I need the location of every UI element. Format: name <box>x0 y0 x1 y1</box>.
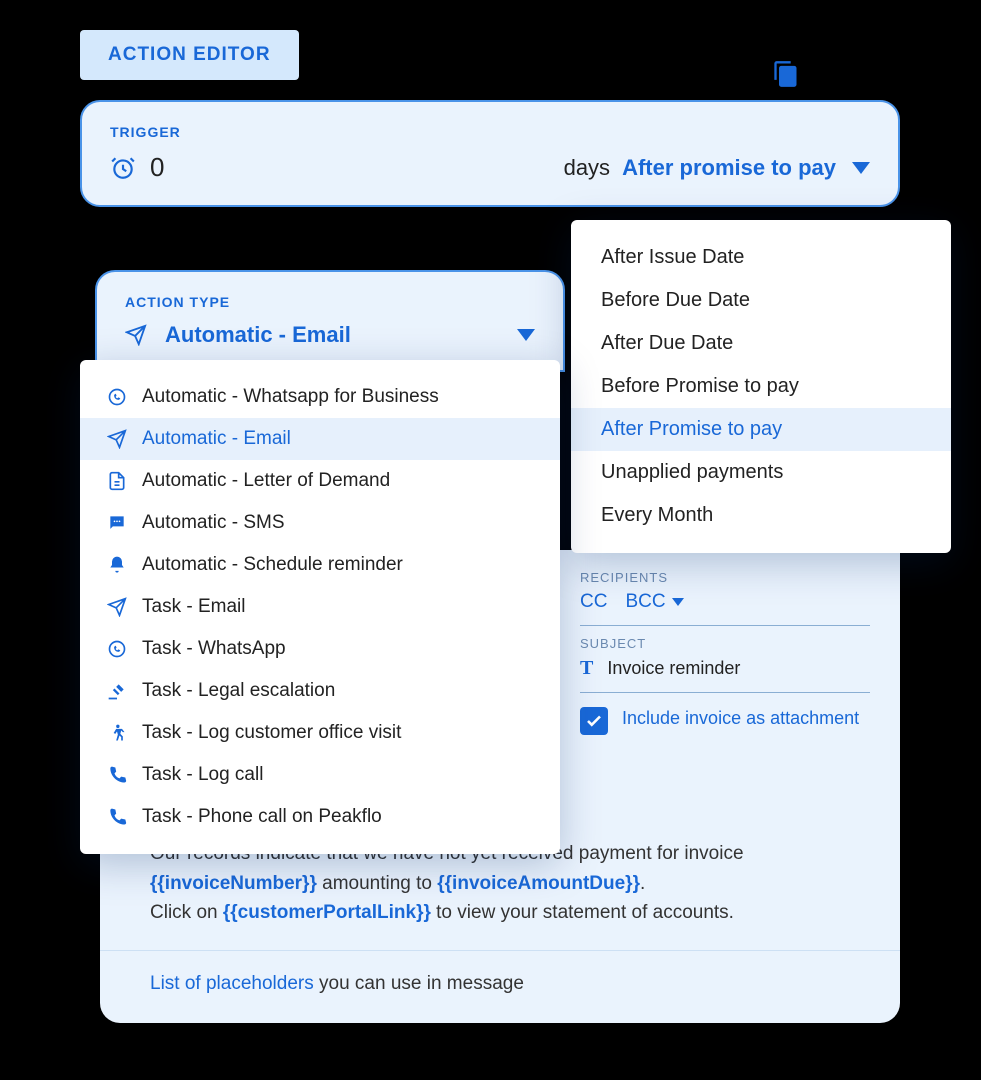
action-type-option[interactable]: Task - Legal escalation <box>80 670 560 712</box>
cc-button[interactable]: CC <box>580 591 607 613</box>
option-label: Automatic - Letter of Demand <box>142 470 390 492</box>
days-label: days <box>564 155 610 181</box>
option-label: Automatic - Whatsapp for Business <box>142 386 439 408</box>
trigger-option[interactable]: After Promise to pay <box>571 408 951 451</box>
trigger-option[interactable]: After Issue Date <box>571 236 951 279</box>
placeholder: {{invoiceAmountDue}} <box>437 873 640 894</box>
text-icon: T <box>580 657 593 680</box>
walk-icon <box>106 723 128 743</box>
trigger-option[interactable]: Unapplied payments <box>571 451 951 494</box>
bcc-button[interactable]: BCC <box>625 591 683 613</box>
option-label: Automatic - Email <box>142 428 291 450</box>
action-type-option[interactable]: Task - Phone call on Peakflo <box>80 796 560 838</box>
subject-input[interactable]: Invoice reminder <box>607 658 740 679</box>
alarm-icon <box>110 155 136 181</box>
chevron-down-icon <box>852 162 870 174</box>
option-label: Task - Phone call on Peakflo <box>142 806 382 828</box>
option-label: Automatic - Schedule reminder <box>142 554 403 576</box>
action-type-option[interactable]: Task - Log customer office visit <box>80 712 560 754</box>
footer: List of placeholders you can use in mess… <box>100 950 900 995</box>
trigger-option[interactable]: Before Due Date <box>571 279 951 322</box>
option-label: Automatic - SMS <box>142 512 285 534</box>
action-type-select[interactable]: Automatic - Email <box>125 322 535 348</box>
recipients-label: RECIPIENTS <box>580 570 870 585</box>
action-type-option[interactable]: Task - Email <box>80 586 560 628</box>
sms-icon <box>106 513 128 533</box>
option-label: Task - Log call <box>142 764 263 786</box>
action-type-option[interactable]: Automatic - Whatsapp for Business <box>80 376 560 418</box>
action-type-option[interactable]: Task - Log call <box>80 754 560 796</box>
action-type-panel: ACTION TYPE Automatic - Email <box>95 270 565 372</box>
recipients-section: RECIPIENTS CC BCC <box>580 560 870 626</box>
send-icon <box>125 324 147 346</box>
include-attachment-checkbox[interactable]: Include invoice as attachment <box>580 693 870 735</box>
placeholders-link[interactable]: List of placeholders <box>150 973 314 994</box>
trigger-option[interactable]: After Due Date <box>571 322 951 365</box>
placeholder: {{invoiceNumber}} <box>150 873 317 894</box>
option-label: Task - Legal escalation <box>142 680 335 702</box>
action-type-dropdown: Automatic - Whatsapp for Business Automat… <box>80 360 560 854</box>
trigger-option[interactable]: Every Month <box>571 494 951 537</box>
trigger-dropdown: After Issue DateBefore Due DateAfter Due… <box>571 220 951 553</box>
action-type-option[interactable]: Task - WhatsApp <box>80 628 560 670</box>
phone-icon <box>106 807 128 827</box>
action-type-option[interactable]: Automatic - SMS <box>80 502 560 544</box>
phone-icon <box>106 765 128 785</box>
doc-icon <box>106 471 128 491</box>
copy-icon[interactable] <box>772 60 800 88</box>
action-type-option[interactable]: Automatic - Schedule reminder <box>80 544 560 586</box>
option-label: Task - Log customer office visit <box>142 722 401 744</box>
trigger-select[interactable]: days After promise to pay <box>564 155 870 181</box>
bell-icon <box>106 555 128 575</box>
send-icon <box>106 597 128 617</box>
trigger-selected: After promise to pay <box>622 155 836 181</box>
include-attachment-label: Include invoice as attachment <box>622 707 859 730</box>
checkbox-icon <box>580 707 608 735</box>
send-icon <box>106 429 128 449</box>
chevron-down-icon <box>517 329 535 341</box>
whatsapp-icon <box>106 639 128 659</box>
action-type-option[interactable]: Automatic - Email <box>80 418 560 460</box>
option-label: Task - Email <box>142 596 245 618</box>
action-editor-badge: ACTION EDITOR <box>80 30 299 80</box>
action-type-selected: Automatic - Email <box>165 322 351 348</box>
placeholder: {{customerPortalLink}} <box>223 902 431 923</box>
trigger-days-value[interactable]: 0 <box>150 152 164 183</box>
subject-label: SUBJECT <box>580 636 870 651</box>
gavel-icon <box>106 681 128 701</box>
action-type-option[interactable]: Automatic - Letter of Demand <box>80 460 560 502</box>
trigger-panel: TRIGGER 0 days After promise to pay <box>80 100 900 207</box>
option-label: Task - WhatsApp <box>142 638 286 660</box>
subject-section: SUBJECT T Invoice reminder <box>580 626 870 693</box>
trigger-option[interactable]: Before Promise to pay <box>571 365 951 408</box>
chevron-down-icon <box>672 598 684 606</box>
trigger-label: TRIGGER <box>110 124 870 140</box>
action-type-label: ACTION TYPE <box>125 294 535 310</box>
whatsapp-icon <box>106 387 128 407</box>
